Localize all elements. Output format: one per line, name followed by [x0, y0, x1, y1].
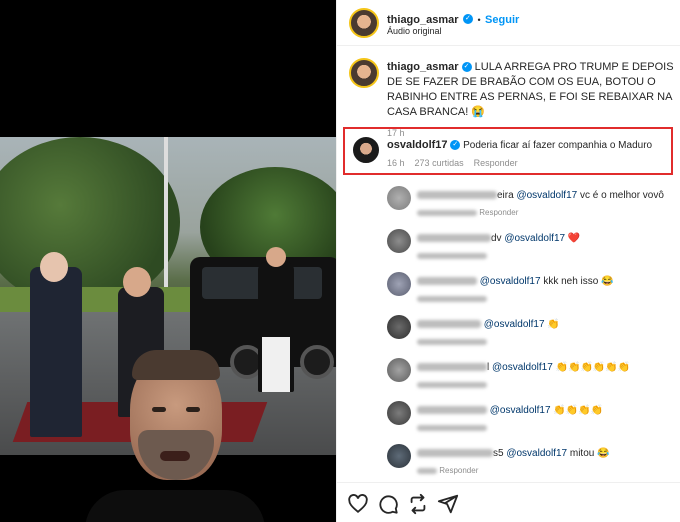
verified-icon: ✓ [461, 62, 472, 73]
comment-icon[interactable] [377, 493, 399, 515]
reply-mention[interactable]: @osvaldolf17 [504, 233, 565, 244]
reply-button[interactable]: Responder [474, 158, 518, 168]
reply-text: 👏 [547, 319, 560, 330]
comment-username[interactable]: osvaldolf17 [387, 139, 448, 151]
reply-mention[interactable]: @osvaldolf17 [484, 319, 545, 330]
repost-icon[interactable] [407, 493, 429, 515]
action-bar [337, 482, 680, 522]
reply-username-tail: dv [491, 233, 502, 244]
reply-mention[interactable]: @osvaldolf17 [480, 276, 541, 287]
reply-item: dv @osvaldolf17 ❤️ [387, 229, 677, 269]
reply-mention[interactable]: @osvaldolf17 [506, 448, 567, 459]
caption-username[interactable]: thiago_asmar [387, 61, 459, 73]
avatar[interactable] [351, 135, 381, 165]
audio-label[interactable]: Áudio original [387, 26, 442, 36]
reply-item: eira @osvaldolf17 vc é o melhor vovô Res… [387, 186, 677, 226]
avatar[interactable] [349, 8, 379, 38]
post-username[interactable]: thiago_asmar [387, 14, 459, 26]
reply-text: ❤️ [567, 233, 581, 244]
reply-username-tail: l [487, 362, 490, 373]
heart-icon[interactable] [347, 493, 369, 515]
reply-text: vc é o melhor vovô [580, 190, 664, 201]
highlighted-comment: osvaldolf17 ✓ Poderia ficar aí fazer com… [343, 127, 673, 175]
comment-time: 16 h [387, 158, 405, 168]
follow-button[interactable]: Seguir [485, 14, 519, 26]
reply-mention[interactable]: @osvaldolf17 [492, 362, 553, 373]
reply-item: l @osvaldolf17 👏👏👏👏👏👏 [387, 358, 677, 398]
reply-button[interactable]: Responder [479, 208, 518, 217]
comment-text: Poderia ficar aí fazer companhia o Madur… [463, 140, 653, 151]
reply-text: kkk neh isso 😂 [543, 276, 614, 287]
avatar[interactable] [387, 229, 411, 253]
avatar[interactable] [387, 186, 411, 210]
avatar[interactable] [387, 401, 411, 425]
speaker-overlay [85, 345, 265, 522]
avatar[interactable] [387, 358, 411, 382]
reply-item: @osvaldolf17 👏👏👏👏 [387, 401, 677, 441]
avatar[interactable] [349, 58, 379, 88]
post-panel: thiago_asmar ✓ • Seguir Áudio original t… [336, 0, 680, 522]
reply-mention[interactable]: @osvaldolf17 [490, 405, 551, 416]
verified-icon: ✓ [450, 140, 461, 151]
reply-text: mitou 😂 [569, 448, 610, 459]
reply-item: s5 @osvaldolf17 mitou 😂 Responder [387, 444, 677, 484]
reply-item: @osvaldolf17 kkk neh isso 😂 [387, 272, 677, 312]
avatar[interactable] [387, 444, 411, 468]
comment-likes[interactable]: 273 curtidas [415, 158, 464, 168]
avatar[interactable] [387, 315, 411, 339]
person-figure [30, 267, 82, 437]
reply-item: @osvaldolf17 👏 [387, 315, 677, 355]
share-icon[interactable] [437, 493, 459, 515]
reply-mention[interactable]: @osvaldolf17 [516, 190, 577, 201]
reply-text: 👏👏👏👏 [553, 405, 604, 416]
post-header: thiago_asmar ✓ • Seguir Áudio original [337, 0, 680, 46]
video-player[interactable] [0, 0, 336, 522]
avatar[interactable] [387, 272, 411, 296]
reply-username-tail: s5 [493, 448, 504, 459]
verified-icon: ✓ [462, 13, 473, 24]
reply-username-tail: eira [497, 190, 514, 201]
separator: • [477, 15, 481, 25]
reply-button[interactable]: Responder [439, 466, 478, 475]
reply-text: 👏👏👏👏👏👏 [555, 362, 631, 373]
